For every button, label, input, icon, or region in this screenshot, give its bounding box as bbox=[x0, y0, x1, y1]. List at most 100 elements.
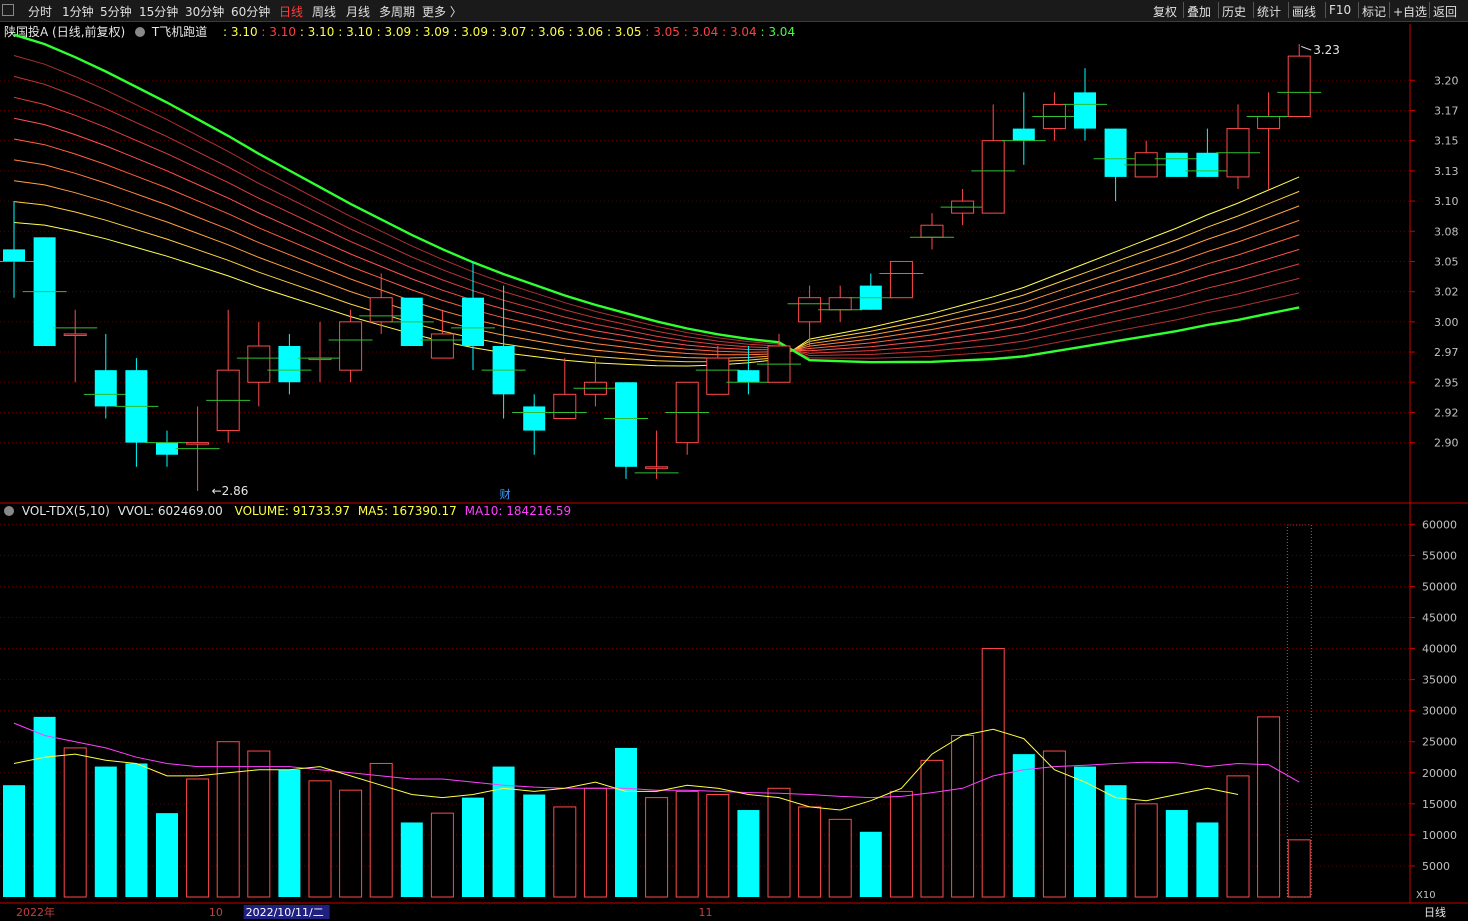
ma-ribbon-line bbox=[13, 55, 1300, 359]
candle-body-up bbox=[981, 140, 1005, 214]
volume-bar-down bbox=[1165, 810, 1188, 897]
candle-body-down bbox=[1104, 128, 1127, 177]
x-axis-label: 2022年 bbox=[16, 905, 55, 919]
price-tick-label: 3.10 bbox=[1434, 195, 1459, 208]
volume-tick-label: 35000 bbox=[1422, 674, 1457, 687]
volume-bar-down bbox=[400, 822, 423, 897]
x-axis-label: 11 bbox=[699, 906, 713, 919]
candle-body-up bbox=[828, 297, 852, 311]
volume-bar-down bbox=[33, 716, 56, 897]
price-tick-label: 2.97 bbox=[1434, 346, 1459, 359]
candle-body-down bbox=[523, 406, 546, 431]
volume-bar-up bbox=[767, 787, 791, 898]
volume-bar-down bbox=[859, 831, 882, 897]
candle-body-up bbox=[247, 345, 271, 383]
volume-bar-up bbox=[951, 735, 975, 898]
candle-body-up bbox=[553, 393, 577, 419]
high-price-label: 3.23 bbox=[1313, 43, 1340, 57]
candle-body-up bbox=[798, 297, 822, 323]
volume-tick-label: 45000 bbox=[1422, 611, 1457, 624]
volume-bar-down bbox=[156, 813, 178, 897]
kline-chart[interactable]: 3.20 3.17 3.15 3.13 3.10 3.08 3.05 3.02 3.00 2.97… bbox=[0, 0, 1468, 921]
volume-bar-up bbox=[63, 747, 87, 898]
candle-body-down bbox=[1074, 92, 1096, 129]
candle-body-up bbox=[339, 321, 363, 371]
candle-body-up bbox=[430, 333, 454, 359]
candle-body-up bbox=[920, 224, 944, 238]
price-tick-label: 3.08 bbox=[1434, 225, 1459, 238]
volume-bar-up bbox=[308, 780, 332, 898]
volume-bar-down bbox=[1104, 785, 1127, 897]
volume-tick-label: 40000 bbox=[1422, 643, 1457, 656]
volume-tick-label: 20000 bbox=[1422, 767, 1457, 780]
candle-body-down bbox=[1012, 128, 1035, 141]
volume-tick-label: 55000 bbox=[1422, 549, 1457, 562]
candle-body-down bbox=[462, 297, 484, 347]
candle-body-down bbox=[94, 370, 117, 407]
candle-body-down bbox=[3, 249, 25, 262]
high-pointer bbox=[1301, 45, 1312, 51]
price-tick-label: 2.90 bbox=[1434, 437, 1459, 450]
price-tick-label: 2.92 bbox=[1434, 406, 1459, 419]
volume-bar-up bbox=[553, 806, 577, 898]
candle-body-up bbox=[645, 466, 669, 469]
volume-bar-up bbox=[1287, 839, 1311, 898]
volume-bar-down bbox=[1196, 822, 1219, 897]
ma-ribbon-line bbox=[13, 33, 1300, 364]
candle-body-down bbox=[1165, 152, 1188, 177]
price-tick-label: 3.17 bbox=[1434, 104, 1459, 117]
candle-body-up bbox=[889, 260, 913, 299]
ma-ribbon-line bbox=[13, 159, 1300, 356]
volume-bar-up bbox=[981, 648, 1005, 898]
volume-tick-label: 5000 bbox=[1422, 860, 1450, 873]
period-indicator-label: 日线 bbox=[1424, 905, 1446, 919]
volume-tick-label: 10000 bbox=[1422, 829, 1457, 842]
volume-bar-up bbox=[645, 797, 669, 898]
volume-bar-up bbox=[1134, 803, 1158, 898]
volume-tick-label: 25000 bbox=[1422, 736, 1457, 749]
volume-bar-up bbox=[186, 778, 210, 898]
volume-tick-label: 30000 bbox=[1422, 705, 1457, 718]
volume-unit-label: X10 bbox=[1416, 890, 1436, 901]
volume-bar-up bbox=[675, 790, 699, 898]
candle-body-down bbox=[737, 370, 760, 383]
price-tick-label: 3.15 bbox=[1434, 135, 1459, 148]
volume-bar-up bbox=[216, 741, 240, 898]
volume-tick-label: 50000 bbox=[1422, 580, 1457, 593]
price-tick-label: 3.13 bbox=[1434, 165, 1459, 178]
candle-body-down bbox=[1196, 152, 1219, 177]
volume-bar-down bbox=[462, 797, 484, 897]
volume-bar-up bbox=[247, 750, 271, 898]
volume-bar-down bbox=[278, 769, 301, 897]
volume-bar-down bbox=[523, 794, 546, 897]
volume-bar-up bbox=[430, 812, 454, 898]
x-axis-label: 10 bbox=[209, 906, 223, 919]
candle-body-down bbox=[278, 346, 301, 383]
candle-body-down bbox=[156, 442, 178, 455]
candle-body-up bbox=[1257, 116, 1281, 130]
ma-ribbon-line bbox=[13, 176, 1300, 367]
volume-tick-label: 15000 bbox=[1422, 798, 1457, 811]
volume-bar-up bbox=[889, 790, 913, 898]
candle-body-up bbox=[706, 357, 730, 395]
volume-bar-down bbox=[1012, 754, 1035, 897]
volume-bar-up bbox=[583, 787, 607, 898]
event-marker: 财 bbox=[500, 487, 511, 501]
volume-bar-down bbox=[125, 763, 148, 897]
volume-bar-up bbox=[339, 789, 363, 898]
price-tick-label: 3.00 bbox=[1434, 316, 1459, 329]
volume-tick-label: 60000 bbox=[1422, 518, 1457, 531]
volume-bar-up bbox=[706, 794, 730, 898]
price-tick-label: 3.05 bbox=[1434, 255, 1459, 268]
candle-body-up bbox=[369, 297, 393, 323]
x-axis-label: 2022/10/11/二 bbox=[246, 906, 324, 919]
candle-body-up bbox=[186, 442, 210, 445]
candle-body-down bbox=[615, 382, 637, 467]
price-tick-label: 3.02 bbox=[1434, 286, 1459, 299]
candle-body-up bbox=[63, 333, 87, 336]
price-tick-label: 2.95 bbox=[1434, 376, 1459, 389]
volume-bar-up bbox=[369, 762, 393, 898]
candle-body-up bbox=[1287, 55, 1311, 118]
volume-bar-down bbox=[3, 785, 25, 897]
volume-bar-down bbox=[737, 810, 760, 897]
